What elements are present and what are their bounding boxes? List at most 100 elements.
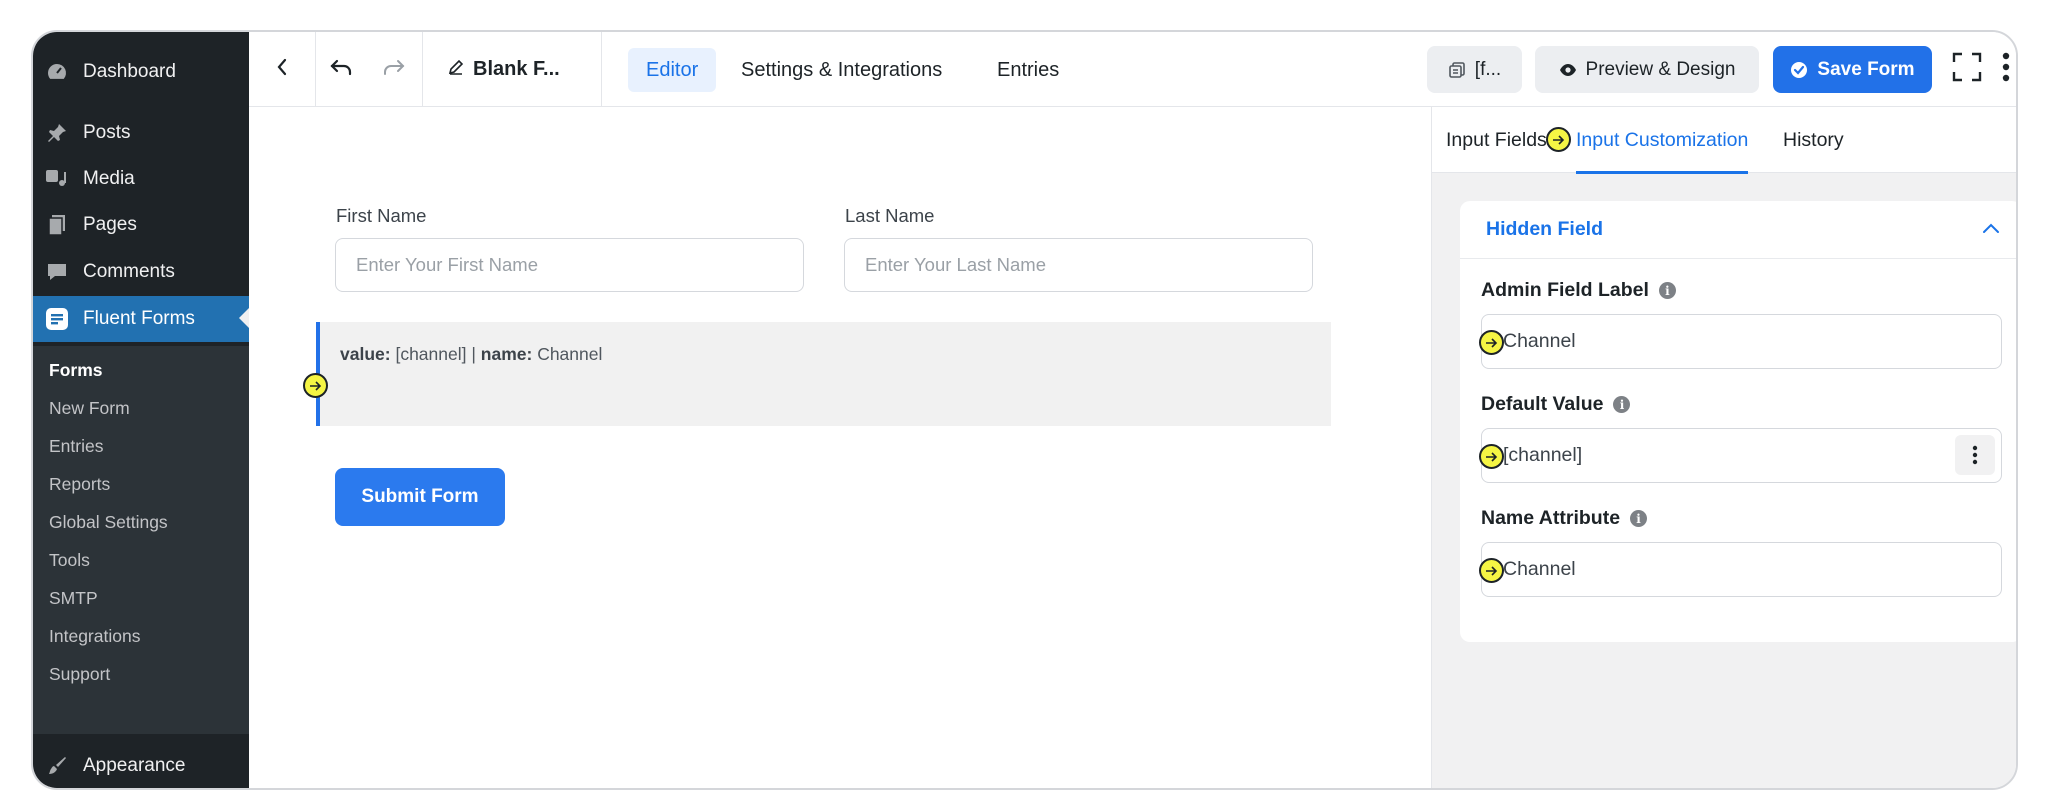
submenu-integrations[interactable]: Integrations (49, 626, 140, 647)
admin-field-label-title: Admin Field Label i (1481, 279, 1676, 302)
sidebar-item-posts[interactable]: Posts (33, 111, 249, 155)
copy-icon (1448, 61, 1466, 79)
admin-field-label-input[interactable]: Channel (1481, 314, 2002, 369)
panel-tabs: Input Fields Input Customization History (1432, 107, 2016, 174)
sidebar-item-label: Media (83, 168, 135, 189)
hidden-value-key: value: (340, 344, 391, 364)
info-icon[interactable]: i (1613, 396, 1631, 413)
sidebar-item-label: Pages (83, 214, 137, 235)
sidebar-item-label: Appearance (83, 755, 186, 776)
form-title[interactable]: Blank F... (447, 32, 560, 107)
tab-editor[interactable]: Editor (628, 48, 717, 92)
name-attribute-text: Name Attribute (1481, 507, 1621, 529)
shortcode-button[interactable]: [f... (1427, 46, 1522, 93)
submenu-smtp[interactable]: SMTP (49, 588, 98, 609)
fullscreen-icon (1952, 52, 1982, 87)
sidebar-item-label: Comments (83, 261, 175, 282)
editor-toolbar: Blank F... Editor Settings & Integration… (249, 32, 2016, 107)
more-options-button[interactable] (1991, 32, 2016, 107)
default-value-title: Default Value i (1481, 393, 1631, 416)
app-window: Dashboard Posts Media Pages Comments Flu… (31, 30, 2018, 790)
sidebar-item-media[interactable]: Media (33, 157, 249, 201)
form-canvas: First Name Enter Your First Name Last Na… (249, 107, 1431, 788)
submenu-support[interactable]: Support (49, 664, 110, 685)
hidden-name-key: name: (480, 344, 533, 364)
sidebar-separator (33, 734, 249, 744)
submenu-reports[interactable]: Reports (49, 474, 110, 495)
check-circle-icon (1790, 61, 1808, 79)
pages-icon (45, 213, 69, 237)
toolbar-divider (601, 32, 602, 107)
save-label: Save Form (1817, 58, 1915, 80)
kebab-icon (2002, 52, 2010, 87)
wp-admin-sidebar: Dashboard Posts Media Pages Comments Flu… (33, 32, 249, 788)
brush-icon (45, 754, 69, 778)
default-value-text: Default Value (1481, 393, 1604, 415)
default-value-value: [channel] (1503, 444, 1583, 466)
undo-icon (329, 57, 353, 82)
last-name-input[interactable]: Enter Your Last Name (844, 238, 1313, 292)
sidebar-item-label: Dashboard (83, 61, 176, 82)
sidebar-item-label: Posts (83, 122, 131, 143)
hidden-name: Channel (537, 344, 603, 364)
submenu-global-settings[interactable]: Global Settings (49, 512, 168, 533)
info-icon[interactable]: i (1658, 282, 1676, 299)
hidden-field-summary: value: [channel] | name: Channel (340, 344, 602, 365)
tab-history[interactable]: History (1783, 107, 1844, 173)
eye-icon (1559, 63, 1577, 77)
name-attribute-title: Name Attribute i (1481, 507, 1648, 530)
media-icon (45, 167, 69, 191)
info-icon[interactable]: i (1630, 510, 1648, 527)
sidebar-item-label: Fluent Forms (83, 308, 195, 329)
tab-input-fields[interactable]: Input Fields (1446, 107, 1547, 173)
submenu-tools[interactable]: Tools (49, 550, 90, 571)
save-form-button[interactable]: Save Form (1773, 46, 1932, 93)
cursor-marker-icon (303, 373, 328, 398)
admin-field-label-value: Channel (1503, 330, 1576, 352)
field-settings-panel: Input Fields Input Customization History… (1431, 107, 2016, 788)
submenu-forms[interactable]: Forms (49, 360, 102, 381)
submit-form-button[interactable]: Submit Form (335, 468, 505, 526)
cursor-marker-icon (1479, 444, 1504, 469)
admin-field-label-text: Admin Field Label (1481, 279, 1649, 301)
preview-label: Preview & Design (1585, 58, 1736, 80)
submenu-entries[interactable]: Entries (49, 436, 103, 457)
first-name-label: First Name (336, 205, 427, 226)
submenu-new-form[interactable]: New Form (49, 398, 130, 419)
tab-input-customization[interactable]: Input Customization (1576, 107, 1749, 174)
sidebar-item-pages[interactable]: Pages (33, 203, 249, 247)
cursor-marker-icon (1546, 127, 1571, 152)
sidebar-item-appearance[interactable]: Appearance (33, 744, 249, 788)
pencil-icon (447, 58, 465, 82)
name-attribute-input[interactable]: Channel (1481, 542, 2002, 597)
gauge-icon (45, 60, 69, 84)
chevron-left-icon (275, 57, 289, 82)
comment-icon (45, 260, 69, 284)
last-name-label: Last Name (845, 205, 935, 226)
smartcode-menu-button[interactable] (1955, 435, 1995, 475)
back-button[interactable] (249, 32, 315, 107)
name-attribute-value: Channel (1503, 558, 1576, 580)
fullscreen-button[interactable] (1945, 32, 1989, 107)
pin-icon (45, 121, 69, 145)
shortcode-label: [f... (1474, 58, 1502, 80)
form-title-text: Blank F... (473, 58, 560, 80)
chevron-up-icon[interactable] (1982, 221, 2000, 239)
sidebar-item-dashboard[interactable]: Dashboard (33, 50, 249, 94)
hidden-field-settings-card: Hidden Field Admin Field Label i Channel… (1460, 201, 2016, 642)
fluent-forms-submenu: Forms New Form Entries Reports Global Se… (33, 346, 249, 734)
redo-button[interactable] (366, 32, 422, 107)
tab-entries[interactable]: Entries (979, 48, 1077, 92)
sidebar-item-fluent-forms[interactable]: Fluent Forms (33, 296, 249, 342)
sidebar-item-comments[interactable]: Comments (33, 250, 249, 294)
hidden-field-header[interactable]: Hidden Field (1460, 201, 2016, 259)
cursor-marker-icon (1479, 558, 1504, 583)
fluent-forms-icon (45, 307, 69, 331)
first-name-input[interactable]: Enter Your First Name (335, 238, 804, 292)
hidden-field-block[interactable]: value: [channel] | name: Channel (316, 322, 1331, 426)
preview-design-button[interactable]: Preview & Design (1535, 46, 1759, 93)
tab-settings-integrations[interactable]: Settings & Integrations (723, 48, 960, 92)
undo-button[interactable] (316, 32, 366, 107)
default-value-input[interactable]: [channel] (1481, 428, 2002, 483)
redo-icon (382, 57, 406, 82)
